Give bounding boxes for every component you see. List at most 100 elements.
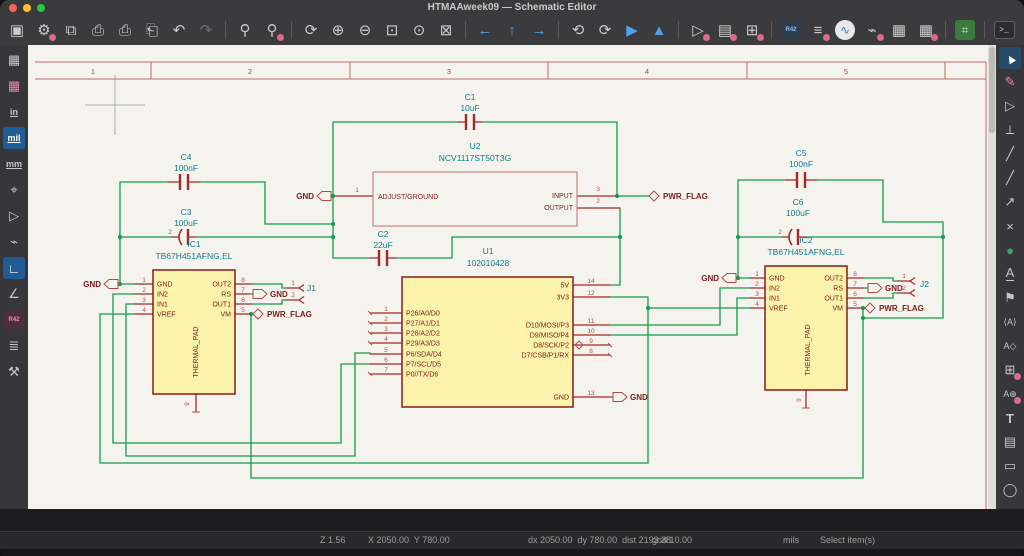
refresh-button[interactable]: ⟳: [299, 18, 323, 42]
driver-ic1[interactable]: IC1 TB67H451AFNG,EL GND IN2 IN1 VREF 1 2…: [142, 239, 245, 406]
text-tool[interactable]: T: [999, 407, 1021, 429]
directive-label-tool[interactable]: ⚑: [999, 287, 1021, 309]
zoom-fit-objects-button[interactable]: ⊙: [407, 18, 431, 42]
pin-number: 12: [587, 290, 595, 297]
gnd-label[interactable]: GND: [885, 284, 903, 293]
connector-j2[interactable]: J2 1 2: [902, 273, 929, 292]
find-button[interactable]: ⚲: [233, 18, 257, 42]
capacitor-c5[interactable]: C5 100nF: [789, 148, 813, 169]
gnd-label[interactable]: GND: [296, 192, 314, 201]
net-table-button[interactable]: ▦: [887, 18, 911, 42]
hierarchy-navigator-button[interactable]: ≣: [3, 335, 25, 357]
symbol-fields-table-button[interactable]: R42: [781, 21, 801, 39]
nav-forward-button[interactable]: →: [527, 18, 551, 42]
gnd-label[interactable]: GND: [83, 280, 101, 289]
zoom-fit-page-button[interactable]: ⊡: [380, 18, 404, 42]
units-mm-button[interactable]: mm: [3, 153, 25, 175]
units-mils-button[interactable]: mil: [3, 127, 25, 149]
bom-button[interactable]: ▦: [914, 18, 938, 42]
rectangle-tool[interactable]: ▭: [999, 455, 1021, 477]
tools-button[interactable]: ⚒: [3, 361, 25, 383]
zoom-out-button[interactable]: ⊖: [353, 18, 377, 42]
component-reference: U1: [483, 246, 494, 256]
capacitor-c6[interactable]: C6 100uF 2: [778, 197, 810, 236]
pin-name: P6/SDA/D4: [406, 352, 442, 359]
print-button[interactable]: ⎙: [86, 18, 110, 42]
global-label-tool[interactable]: ⟨A⟩: [999, 311, 1021, 333]
label-a-icon: A: [1005, 264, 1015, 281]
junction-tool[interactable]: ●: [999, 239, 1021, 261]
hierarchical-label-tool[interactable]: A◇: [999, 335, 1021, 357]
scripting-console-button[interactable]: >_: [993, 21, 1015, 39]
vertical-scrollbar-thumb[interactable]: [989, 47, 995, 133]
pin-number: 3: [142, 297, 146, 304]
place-power-tool[interactable]: ⟂: [999, 119, 1021, 141]
selection-filter-button[interactable]: ▷: [3, 205, 25, 227]
gnd-label[interactable]: GND: [701, 274, 719, 283]
schematic-canvas[interactable]: 1 2 3 4 5 U2 NCV1117ST50T3G ADJUST/GROUN…: [28, 45, 996, 509]
highlight-net-tool[interactable]: ✎: [999, 71, 1021, 93]
grid-toggle-button[interactable]: ▦: [3, 49, 25, 71]
driver-ic2[interactable]: IC2 TB67H451AFNG,EL GND IN2 IN1 VREF 1 2…: [755, 235, 857, 402]
net-label-tool[interactable]: A: [999, 263, 1021, 285]
footprint-assign-button[interactable]: ⊞: [740, 18, 764, 42]
capacitor-c1[interactable]: C1 10uF: [460, 92, 479, 113]
mirror-horizontal-button[interactable]: ▶: [620, 18, 644, 42]
wire-mode-45-button[interactable]: ∠: [3, 283, 25, 305]
gnd-label[interactable]: GND: [270, 290, 288, 299]
no-connect-tool[interactable]: ×: [999, 215, 1021, 237]
rotate-ccw-button[interactable]: ⟲: [566, 18, 590, 42]
component-value: 100nF: [789, 159, 813, 169]
annotate-button[interactable]: ≡: [806, 18, 830, 42]
select-tool[interactable]: ▲: [999, 47, 1021, 69]
schematic-setup-button[interactable]: ⚙: [32, 18, 56, 42]
undo-button[interactable]: ↶: [167, 18, 191, 42]
redo-button[interactable]: ↷: [194, 18, 218, 42]
capacitor-c4[interactable]: C4 100nF: [174, 152, 198, 173]
draw-bus-tool[interactable]: ╱: [999, 167, 1021, 189]
bus-entry-tool[interactable]: ↗: [999, 191, 1021, 213]
symbol-fields-button[interactable]: R42: [4, 311, 24, 329]
open-pcb-editor-button[interactable]: ⌗: [955, 20, 975, 40]
pwr-flag-label[interactable]: PWR_FLAG: [879, 304, 924, 313]
edit-symbol-button[interactable]: ▷: [686, 18, 710, 42]
grid-settings-button[interactable]: ▦: [3, 75, 25, 97]
wire-mode-orthogonal-button[interactable]: ∟: [3, 257, 25, 279]
capacitor-c2[interactable]: C2 22uF: [373, 229, 392, 250]
cursor-shape-button[interactable]: ⌖: [3, 179, 25, 201]
paste-button[interactable]: ⎗: [140, 18, 164, 42]
capacitor-c3[interactable]: C3 100uF 2: [168, 207, 198, 236]
find-replace-button[interactable]: ⚲: [260, 18, 284, 42]
circle-tool[interactable]: ◯: [999, 479, 1021, 501]
pin-name: D7/CSB/P1/RX: [522, 353, 570, 360]
pin-number: 1: [291, 280, 295, 287]
library-browser-button[interactable]: ▤: [713, 18, 737, 42]
component-value: 22uF: [373, 240, 392, 250]
mirror-vertical-button[interactable]: ▲: [647, 18, 671, 42]
save-button[interactable]: ▣: [5, 18, 29, 42]
place-symbol-tool[interactable]: ▷: [999, 95, 1021, 117]
textbox-tool[interactable]: ▤: [999, 431, 1021, 453]
simulator-button[interactable]: ∿: [835, 20, 855, 40]
pin-name: RS: [833, 286, 843, 293]
page-settings-button[interactable]: ⧉: [59, 18, 83, 42]
gnd-label[interactable]: GND: [630, 393, 648, 402]
nav-back-button[interactable]: ←: [473, 18, 497, 42]
pwr-flag-label[interactable]: PWR_FLAG: [663, 192, 708, 201]
nav-up-button[interactable]: ↑: [500, 18, 524, 42]
zoom-selection-button[interactable]: ⊠: [434, 18, 458, 42]
wire-mode-free-button[interactable]: ⌁: [3, 231, 25, 253]
regulator-u2[interactable]: U2 NCV1117ST50T3G ADJUST/GROUND INPUT OU…: [355, 141, 600, 227]
draw-wire-tool[interactable]: ╱: [999, 143, 1021, 165]
erc-button[interactable]: ⌁: [860, 18, 884, 42]
status-bar: Z 1.56 X 2050.00 Y 780.00 dx 2050.00 dy …: [0, 531, 1024, 550]
mcu-u1[interactable]: U1 102010428 P26/A0/D0 P27/A1/D1 P28/A2/…: [384, 246, 595, 408]
sheet-pin-tool[interactable]: A⊕: [999, 383, 1021, 405]
pwr-flag-label[interactable]: PWR_FLAG: [267, 310, 312, 319]
units-inches-button[interactable]: in: [3, 101, 25, 123]
rotate-cw-button[interactable]: ⟳: [593, 18, 617, 42]
toolbar-separator: [558, 21, 559, 39]
plot-button[interactable]: ⎙: [113, 18, 137, 42]
zoom-in-button[interactable]: ⊕: [326, 18, 350, 42]
hierarchical-sheet-tool[interactable]: ⊞: [999, 359, 1021, 381]
